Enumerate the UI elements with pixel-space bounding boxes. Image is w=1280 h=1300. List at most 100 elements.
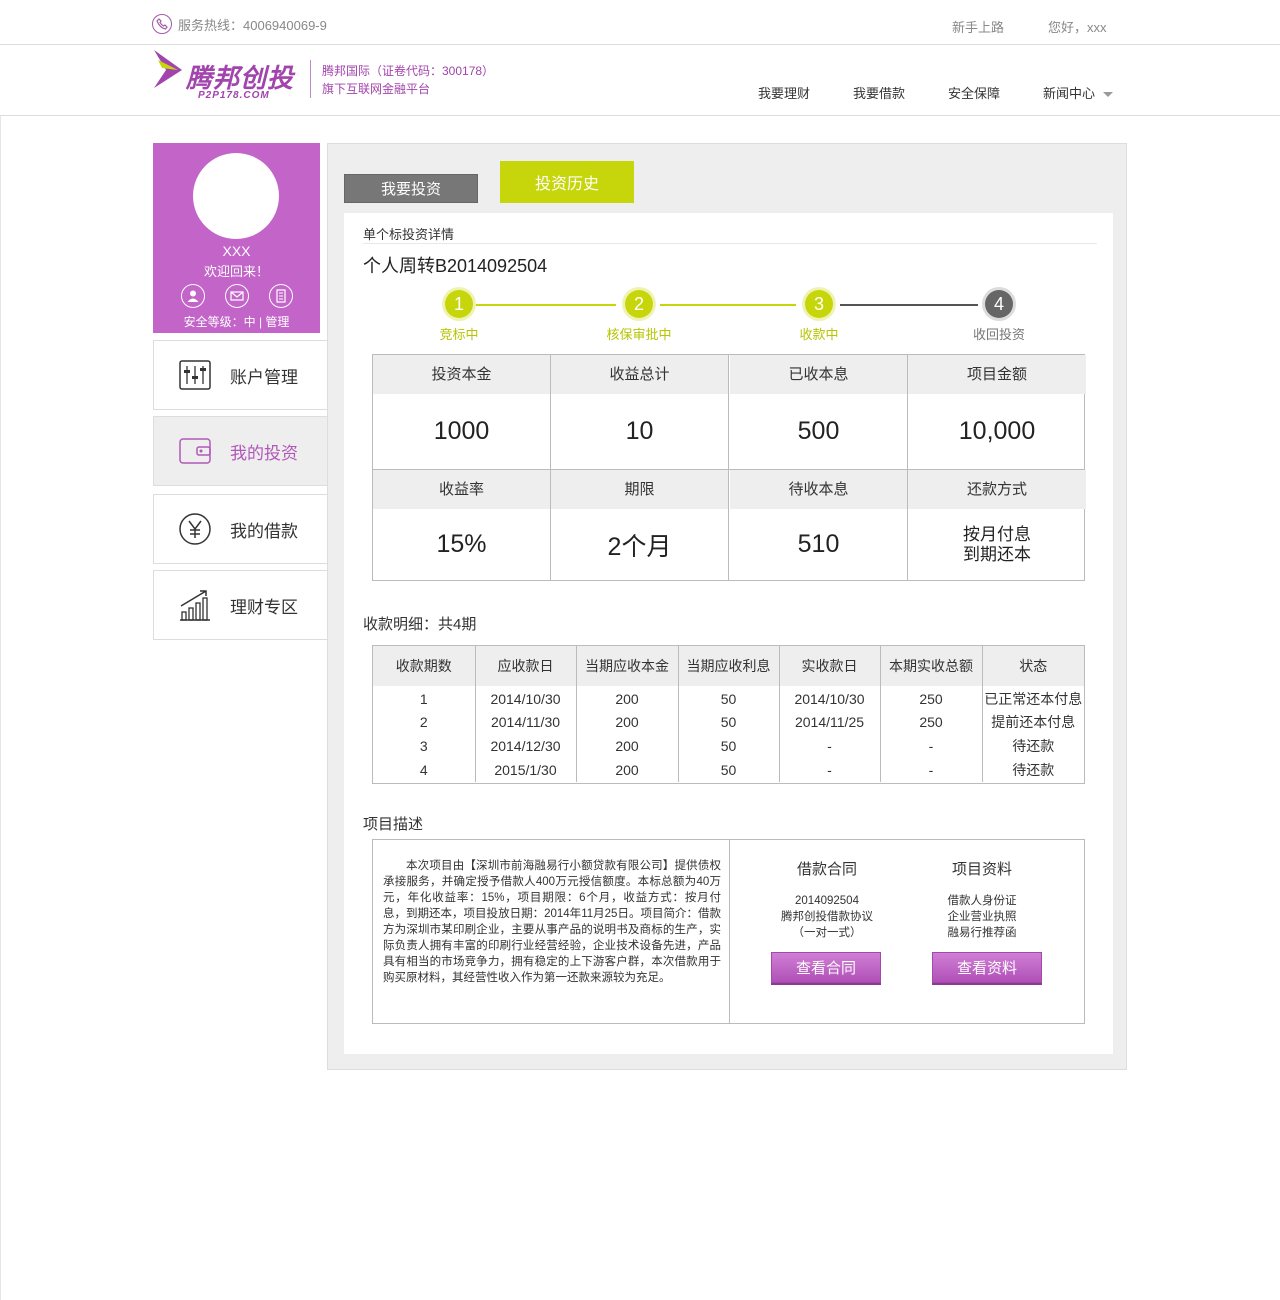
stat-rate: 收益率 15% <box>373 470 551 580</box>
nav-news-label: 新闻中心 <box>1043 86 1096 101</box>
table-row: 4 2015/1/30 200 50 - - 待还款 <box>373 758 1084 782</box>
table-cell: 2014/10/30 <box>475 686 577 710</box>
sidebar-item-investments[interactable]: 我的投资 <box>153 416 327 486</box>
materials-section: 项目资料 借款人身份证 企业营业执照 融易行推荐函 <box>902 858 1062 941</box>
hotline: 服务热线：4006940069-9 <box>152 14 327 34</box>
schedule-title: 收款明细：共4期 <box>363 616 477 633</box>
stat-label: 项目金额 <box>908 355 1086 394</box>
table-cell: 1 <box>373 686 476 710</box>
greeting-link[interactable]: 您好，xxx <box>1048 17 1107 36</box>
user-name: XXX <box>222 243 251 259</box>
table-cell: 已正常还本付息 <box>984 691 1083 707</box>
table-cell: 2015/1/30 <box>475 758 577 782</box>
top-bar: 服务热线：4006940069-9 新手上路 您好，xxx <box>0 0 1280 45</box>
document-icon[interactable] <box>269 284 293 308</box>
table-cell: 50 <box>678 710 780 734</box>
table-cell: 2014/12/30 <box>475 734 577 758</box>
corp-line-1: 腾邦国际（证卷代码：300178） <box>322 64 495 78</box>
nav-invest[interactable]: 我要理财 <box>758 83 810 102</box>
materials-list: 借款人身份证 企业营业执照 融易行推荐函 <box>902 893 1062 941</box>
safety-label: 安全等级：中 <box>183 315 256 329</box>
divider <box>729 840 730 1023</box>
table-cell: - <box>880 734 983 758</box>
user-icon[interactable] <box>181 284 205 308</box>
step-label: 竞标中 <box>439 327 479 342</box>
table-cell: 2014/11/25 <box>779 710 881 734</box>
corp-line-2: 旗下互联网金融平台 <box>322 82 431 96</box>
stat-term: 期限 2个月 <box>551 470 729 580</box>
table-row: 3 2014/12/30 200 50 - - 待还款 <box>373 734 1084 758</box>
section-title: 单个标投资详情 <box>363 227 455 242</box>
table-cell: 50 <box>678 686 780 710</box>
logo-domain: P2P178.COM <box>198 90 270 101</box>
welcome-text: 欢迎回来！ <box>203 264 269 279</box>
table-header-row: 收款期数 应收款日 当期应收本金 当期应收利息 实收款日 本期实收总额 状态 <box>373 646 1084 686</box>
table-row: 2 2014/11/30 200 50 2014/11/25 250 提前还本付… <box>373 710 1084 734</box>
stat-principal: 投资本金 1000 <box>373 355 551 469</box>
newbie-link[interactable]: 新手上路 <box>952 17 1004 36</box>
contract-title: 借款合同 <box>796 861 857 878</box>
step-number: 3 <box>805 290 833 318</box>
profile-card: XXX 欢迎回来！ 安全等级：中 | 管理 <box>153 143 320 333</box>
table-cell: 3 <box>373 734 476 758</box>
view-contract-button[interactable]: 查看合同 <box>771 952 881 983</box>
material-item: 融易行推荐函 <box>947 927 1017 939</box>
tab-invest[interactable]: 我要投资 <box>344 174 478 203</box>
stat-label: 还款方式 <box>908 470 1086 509</box>
step-number: 2 <box>625 290 653 318</box>
step-bidding: 1 竞标中 <box>409 290 509 343</box>
avatar[interactable] <box>193 153 279 239</box>
table-cell: 200 <box>576 686 679 710</box>
stat-pending: 待收本息 510 <box>730 470 908 580</box>
step-label: 核保审批中 <box>606 327 672 342</box>
step-number: 4 <box>985 290 1013 318</box>
manage-link[interactable]: 管理 <box>265 315 289 329</box>
table-cell: 2014/11/30 <box>475 710 577 734</box>
table-cell: 待还款 <box>1012 762 1055 778</box>
hotline-text: 服务热线：4006940069-9 <box>178 17 327 33</box>
table-cell: 2 <box>373 710 476 734</box>
stat-value: 2个月 <box>607 532 672 561</box>
repayment-line-2: 到期还本 <box>963 544 1031 564</box>
table-cell: 待还款 <box>1012 738 1055 754</box>
step-review: 2 核保审批中 <box>589 290 689 343</box>
materials-title: 项目资料 <box>951 861 1012 878</box>
nav-news[interactable]: 新闻中心 <box>1043 83 1114 102</box>
stat-label: 已收本息 <box>730 355 907 394</box>
stat-value: 10 <box>625 417 654 445</box>
description-title: 项目描述 <box>363 816 424 833</box>
sidebar-item-label: 账户管理 <box>230 367 298 387</box>
tab-history[interactable]: 投资历史 <box>500 161 634 203</box>
table-cell: 4 <box>373 758 476 782</box>
corp-info: 腾邦国际（证卷代码：300178） 旗下互联网金融平台 <box>322 62 494 98</box>
stat-value: 按月付息 到期还本 <box>908 509 1086 580</box>
account-settings-icon <box>178 358 212 392</box>
table-cell: - <box>779 734 881 758</box>
step-collecting: 3 收款中 <box>769 290 869 343</box>
schedule-table: 收款期数 应收款日 当期应收本金 当期应收利息 实收款日 本期实收总额 状态 1… <box>372 645 1085 784</box>
table-cell: 200 <box>576 734 679 758</box>
sidebar-item-account[interactable]: 账户管理 <box>153 340 327 410</box>
table-cell: 50 <box>678 734 780 758</box>
yen-icon <box>178 512 212 546</box>
sidebar-item-label: 我的投资 <box>230 443 298 463</box>
stat-total-income: 收益总计 10 <box>551 355 729 469</box>
nav-borrow[interactable]: 我要借款 <box>853 83 905 102</box>
stat-repayment: 还款方式 按月付息 到期还本 <box>908 470 1086 580</box>
logo[interactable]: 腾邦创投 P2P178.COM <box>152 48 302 104</box>
repayment-line-1: 按月付息 <box>963 524 1031 544</box>
mail-icon[interactable] <box>225 284 249 308</box>
stat-value: 10,000 <box>958 417 1036 445</box>
table-cell: - <box>779 758 881 782</box>
investment-stats: 投资本金 1000 收益总计 10 已收本息 500 项目金额 10,000 收… <box>372 354 1086 581</box>
view-materials-button[interactable]: 查看资料 <box>932 952 1042 983</box>
project-name: 个人周转B2014092504 <box>363 256 548 276</box>
stat-value: 15% <box>436 530 487 558</box>
table-cell: 提前还本付息 <box>991 714 1076 730</box>
contract-number: 2014092504 <box>795 895 859 907</box>
sidebar-item-finance[interactable]: 理财专区 <box>153 570 327 640</box>
sidebar-item-loans[interactable]: 我的借款 <box>153 494 327 564</box>
nav-security[interactable]: 安全保障 <box>948 83 1000 102</box>
contract-name: 腾邦创投借款协议 <box>781 911 873 923</box>
stat-label: 待收本息 <box>730 470 907 509</box>
